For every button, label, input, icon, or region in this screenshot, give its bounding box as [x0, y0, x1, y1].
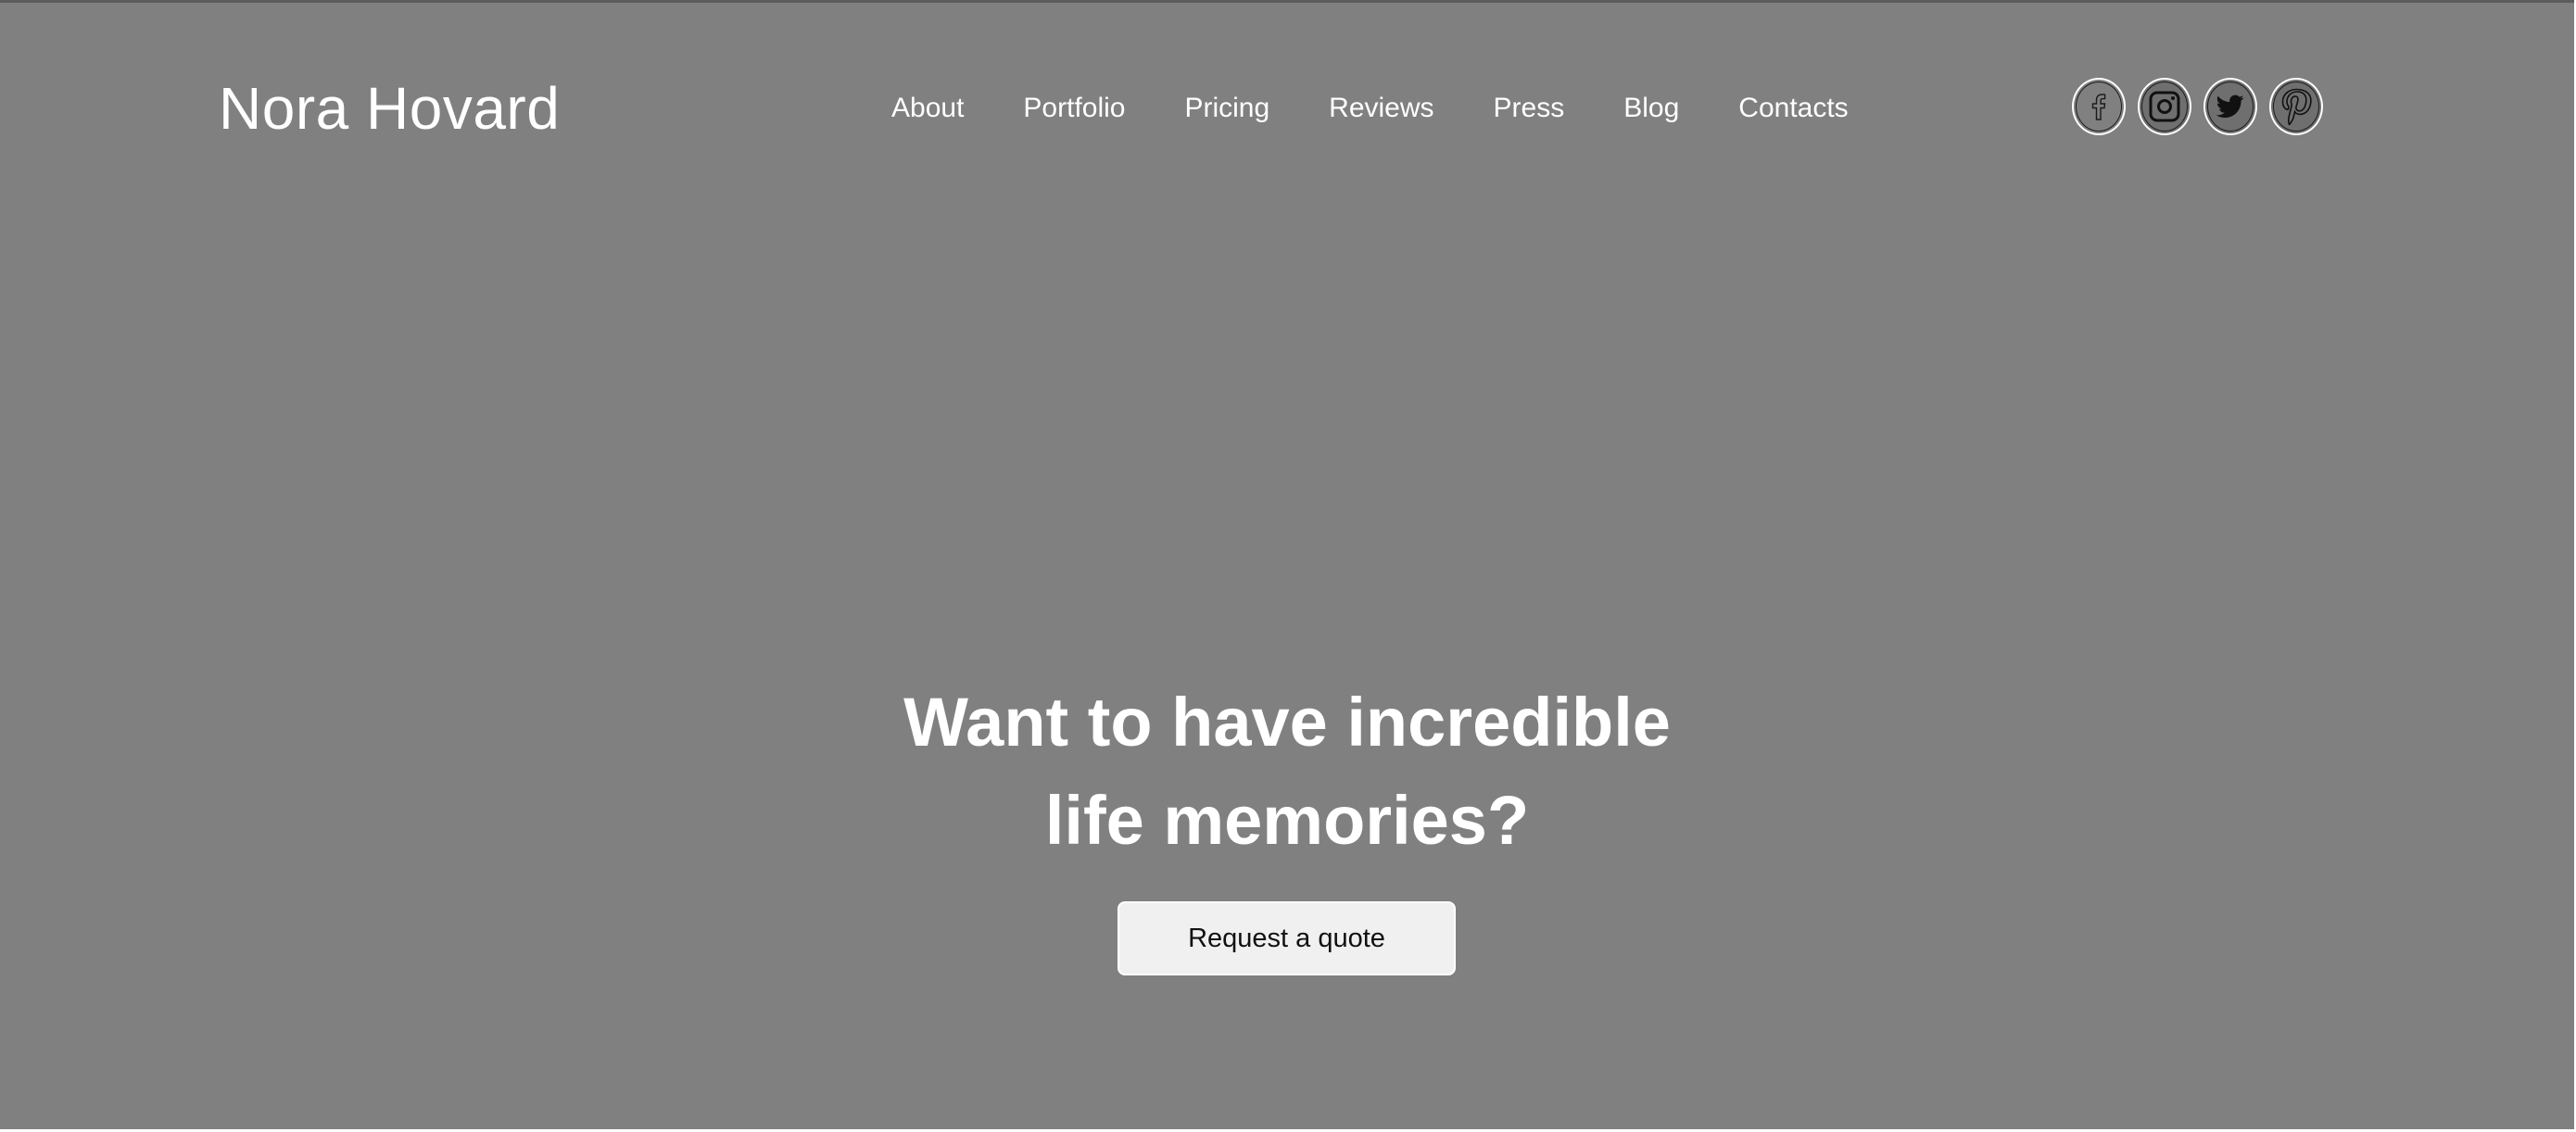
nav-item-pricing[interactable]: Pricing	[1184, 84, 1269, 132]
nav-item-press[interactable]: Press	[1494, 84, 1565, 132]
nav-item-about[interactable]: About	[891, 84, 964, 132]
instagram-icon	[2141, 82, 2188, 132]
hero-headline: Want to have incredible life memories?	[0, 673, 2574, 870]
hero-section: Nora Hovard About Portfolio Pricing Revi…	[0, 0, 2574, 1129]
pinterest-icon	[2273, 82, 2319, 132]
site-logo[interactable]: Nora Hovard	[219, 71, 560, 145]
pinterest-link[interactable]	[2269, 78, 2323, 135]
request-quote-button[interactable]: Request a quote	[1118, 901, 1456, 975]
main-nav: About Portfolio Pricing Reviews Press Bl…	[891, 84, 1849, 132]
twitter-icon	[2207, 82, 2254, 132]
nav-item-portfolio[interactable]: Portfolio	[1023, 84, 1125, 132]
nav-item-blog[interactable]: Blog	[1623, 84, 1679, 132]
social-links	[2072, 78, 2323, 135]
facebook-icon	[2076, 82, 2122, 132]
nav-item-contacts[interactable]: Contacts	[1738, 84, 1848, 132]
hero-headline-line2: life memories?	[1044, 782, 1530, 859]
twitter-link[interactable]	[2203, 78, 2257, 135]
instagram-link[interactable]	[2138, 78, 2191, 135]
facebook-link[interactable]	[2072, 78, 2126, 135]
nav-item-reviews[interactable]: Reviews	[1329, 84, 1433, 132]
hero-headline-line1: Want to have incredible	[903, 684, 1671, 761]
